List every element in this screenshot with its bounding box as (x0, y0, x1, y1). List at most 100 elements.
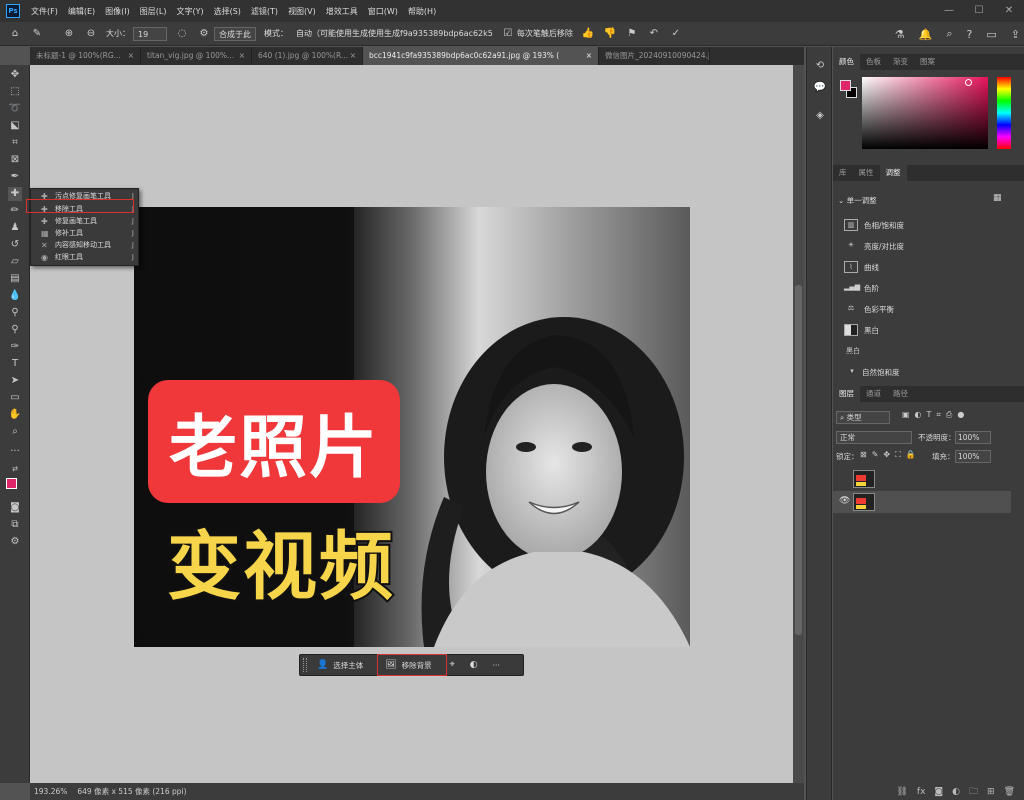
rectangle-tool-icon[interactable]: ▭ (8, 391, 22, 405)
help-icon[interactable]: ? (967, 28, 973, 41)
menu-window[interactable]: 窗口(W) (363, 6, 403, 17)
type-tool-icon[interactable]: T (8, 357, 22, 371)
clone-stamp-tool-icon[interactable]: ♟ (8, 221, 22, 235)
doc-tab[interactable]: 640 (1).jpg @ 100%(R... × (252, 47, 363, 65)
settings-gear-icon[interactable]: ⚙ (197, 27, 211, 41)
adjustment-layer-icon[interactable]: ◐ (952, 787, 960, 797)
adjust-color-balance[interactable]: ⚖ 色彩平衡 (844, 300, 894, 318)
visibility-eye-icon[interactable]: 👁 (839, 496, 850, 506)
maximize-icon[interactable]: ☐ (964, 0, 994, 22)
flyout-item-healing-brush[interactable]: ✚ 修复画笔工具 J (31, 215, 140, 227)
menu-file[interactable]: 文件(F) (26, 6, 63, 17)
adjust-brightness-contrast[interactable]: ☀ 亮度/对比度 (844, 237, 904, 255)
flyout-item-patch[interactable]: ▦ 修补工具 J (31, 227, 140, 239)
crop-tool-icon[interactable]: ⌗ (8, 136, 22, 150)
adjust-hue-saturation[interactable]: ▥ 色相/饱和度 (844, 216, 904, 234)
frame-tool-icon[interactable]: ⊠ (8, 153, 22, 167)
menu-type[interactable]: 文字(Y) (171, 6, 208, 17)
tab-properties[interactable]: 属性 (853, 165, 880, 181)
tab-close-icon[interactable]: × (239, 47, 245, 65)
tab-close-icon[interactable]: × (128, 47, 134, 65)
tab-patterns[interactable]: 图案 (914, 54, 941, 70)
drag-handle[interactable] (303, 658, 307, 672)
history-brush-tool-icon[interactable]: ↺ (8, 238, 22, 252)
add-brush-icon[interactable]: ⊕ (62, 27, 76, 41)
adjust-vibrance[interactable]: ▾ 自然饱和度 (848, 363, 899, 381)
adjustment-brush-panel-icon[interactable]: ◈ (813, 109, 827, 123)
tab-close-icon[interactable]: × (586, 47, 592, 65)
blend-mode-dropdown[interactable]: 正常 (836, 431, 912, 444)
scroll-thumb[interactable] (795, 285, 802, 635)
object-select-tool-icon[interactable]: ⬕ (8, 119, 22, 133)
tab-channels[interactable]: 通道 (860, 386, 887, 402)
tab-close-icon[interactable]: × (350, 47, 356, 65)
screen-mode-icon[interactable]: ⧉ (8, 518, 22, 532)
workspace-icon[interactable]: ▭ (986, 28, 996, 41)
dodge-tool-icon[interactable]: ⚲ (8, 306, 22, 320)
new-layer-icon[interactable]: ⊞ (987, 787, 995, 797)
flyout-item-content-aware-move[interactable]: ✕ 内容感知移动工具 J (31, 239, 140, 251)
doc-tab-active[interactable]: bcc1941c9fa935389bdp6ac0c62a91.jpg @ 193… (363, 47, 599, 65)
sample-all-layers-toggle[interactable]: 合成于此 (214, 26, 256, 41)
fill-input[interactable]: 100% (955, 450, 991, 463)
move-tool-icon[interactable]: ✥ (8, 68, 22, 82)
checkbox-icon[interactable]: ☑ (501, 27, 515, 41)
menu-view[interactable]: 视图(V) (283, 6, 321, 17)
menu-select[interactable]: 选择(S) (209, 6, 246, 17)
select-subject-button[interactable]: 👤 选择主体 (317, 660, 363, 671)
burn-tool-icon[interactable]: ⚲ (8, 323, 22, 337)
fg-color-swatch[interactable] (840, 80, 851, 91)
eyedropper-tool-icon[interactable]: ✒ (8, 170, 22, 184)
blur-tool-icon[interactable]: 💧 (8, 289, 22, 303)
layer-style-icon[interactable]: fx (917, 787, 926, 797)
share-icon[interactable]: ⇪ (1011, 28, 1020, 41)
pen-tool-icon[interactable]: ✑ (8, 340, 22, 354)
pressure-icon[interactable]: ◌ (175, 27, 189, 41)
link-layers-icon[interactable]: ⛓ (896, 787, 907, 797)
lock-icons[interactable]: ⊠✎✥⛶🔒 (860, 450, 921, 460)
thumbs-down-icon[interactable]: 👎 (603, 27, 617, 41)
swap-colors-icon[interactable]: ⇄ (8, 462, 22, 476)
doc-tab[interactable]: titan_vig.jpg @ 100%... × (141, 47, 252, 65)
tab-layers[interactable]: 图层 (833, 386, 860, 402)
foreground-color-swatch[interactable] (6, 478, 17, 489)
tab-libraries[interactable]: 库 (833, 165, 853, 181)
remove-after-stroke-option[interactable]: 每次笔触后移除 (517, 28, 573, 39)
layer-row[interactable] (833, 468, 1011, 490)
hand-tool-icon[interactable]: ✋ (8, 408, 22, 422)
adjust-black-white[interactable]: 黑白 (844, 321, 879, 339)
layer-filter-dropdown[interactable]: ⌕ 类型 (836, 411, 890, 424)
menu-edit[interactable]: 编辑(E) (63, 6, 100, 17)
layer-row-selected[interactable]: 👁 (833, 491, 1011, 513)
adjust-section-header[interactable]: ⌄ 单一调整 (838, 195, 877, 206)
grid-view-icon[interactable]: ▦ (993, 193, 1002, 203)
transform-button[interactable]: ⌖ (450, 660, 460, 670)
size-input[interactable]: 19 (133, 26, 167, 41)
minimize-icon[interactable]: — (934, 0, 964, 22)
menu-plugins[interactable]: 增效工具 (321, 6, 363, 17)
healing-tool-icon[interactable]: ✚ (8, 187, 22, 201)
close-icon[interactable]: ✕ (994, 0, 1024, 22)
menu-filter[interactable]: 滤镜(T) (246, 6, 283, 17)
gradient-tool-icon[interactable]: ▤ (8, 272, 22, 286)
mode-dropdown[interactable]: 自动（可能使用生成使用生成f9a935389bdp6ac62k5 (296, 28, 493, 39)
tab-color[interactable]: 颜色 (833, 54, 860, 70)
subtract-brush-icon[interactable]: ⊖ (84, 27, 98, 41)
opacity-input[interactable]: 100% (955, 431, 991, 444)
adjust-button[interactable]: ◐ (470, 660, 483, 670)
menu-image[interactable]: 图像(I) (100, 6, 135, 17)
tab-paths[interactable]: 路径 (887, 386, 914, 402)
doc-tab[interactable]: 未标题-1 @ 100%(RG... × (30, 47, 141, 65)
zoom-tool-icon[interactable]: ⌕ (8, 425, 22, 439)
zoom-level[interactable]: 193.26% (34, 787, 67, 796)
adjust-curves[interactable]: ⌇ 曲线 (844, 258, 879, 276)
color-picker-field[interactable] (862, 77, 988, 149)
group-folder-icon[interactable]: 🗀 (969, 784, 978, 800)
flask-icon[interactable]: ⚗ (895, 28, 905, 41)
doc-tab[interactable]: 微信图片_20240910090424.jp» (599, 47, 710, 65)
eraser-tool-icon[interactable]: ▱ (8, 255, 22, 269)
add-mask-icon[interactable]: ◙ (934, 787, 943, 797)
hue-slider[interactable] (997, 77, 1011, 149)
edit-toolbar-icon[interactable]: ⚙ (8, 535, 22, 549)
lasso-tool-icon[interactable]: ➰ (8, 102, 22, 116)
